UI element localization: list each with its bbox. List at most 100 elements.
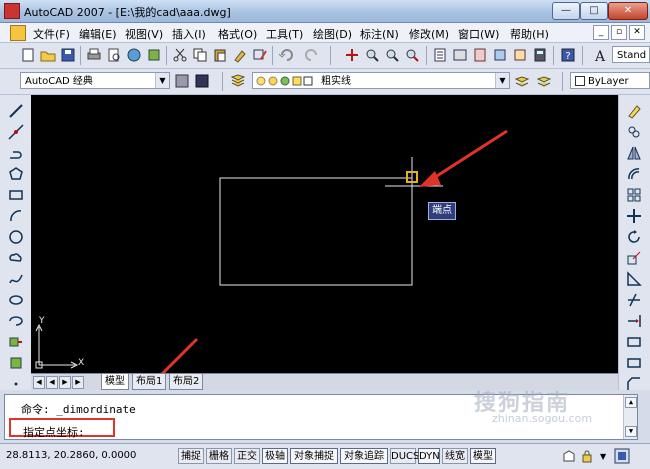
document-icon[interactable] — [10, 25, 26, 41]
polar-toggle[interactable]: 极轴 — [262, 448, 288, 464]
join-icon[interactable] — [626, 355, 642, 371]
zoom-window-icon[interactable] — [384, 47, 400, 63]
text-style-combo[interactable]: Stand — [612, 46, 650, 63]
help-icon[interactable]: ? — [560, 47, 576, 63]
layer-previous-icon[interactable] — [536, 73, 552, 89]
move-icon[interactable] — [626, 208, 642, 224]
paste-icon[interactable] — [212, 47, 228, 63]
clean-screen-icon[interactable] — [614, 448, 630, 464]
drawn-rectangle[interactable] — [219, 177, 413, 286]
stretch-icon[interactable] — [626, 271, 642, 287]
last-tab-icon[interactable]: ▶ — [72, 376, 84, 389]
make-object-layer-current-icon[interactable] — [514, 73, 530, 89]
tab-layout2[interactable]: 布局2 — [169, 374, 204, 390]
design-center-icon[interactable] — [452, 47, 468, 63]
menu-insert[interactable]: 插入(I) — [172, 26, 206, 42]
minimize-button[interactable]: — — [552, 2, 580, 20]
copy-object-icon[interactable] — [626, 124, 642, 140]
sheet-set-icon[interactable] — [492, 47, 508, 63]
trim-icon[interactable] — [626, 292, 642, 308]
chevron-down-icon[interactable]: ▼ — [495, 73, 509, 88]
block-editor-icon[interactable] — [252, 47, 268, 63]
print-preview-icon[interactable] — [106, 47, 122, 63]
pan-icon[interactable] — [344, 47, 360, 63]
3d-dwf-icon[interactable] — [146, 47, 162, 63]
zoom-realtime-icon[interactable] — [364, 47, 380, 63]
workspace-save-icon[interactable] — [194, 73, 210, 89]
chevron-down-icon[interactable]: ▼ — [155, 73, 169, 88]
command-scrollbar[interactable]: ▲ ▼ — [623, 395, 637, 439]
properties-icon[interactable] — [432, 47, 448, 63]
tool-palettes-icon[interactable] — [472, 47, 488, 63]
snap-toggle[interactable]: 捕捉 — [178, 448, 204, 464]
copy-icon[interactable] — [192, 47, 208, 63]
redo-icon[interactable] — [304, 47, 320, 63]
lineweight-toggle[interactable]: 线宽 — [442, 448, 468, 464]
scale-icon[interactable] — [626, 250, 642, 266]
menu-modify[interactable]: 修改(M) — [409, 26, 449, 42]
calculator-icon[interactable] — [532, 47, 548, 63]
break-icon[interactable] — [626, 334, 642, 350]
construction-line-icon[interactable] — [8, 124, 24, 140]
layer-combo[interactable]: 粗实线 ▼ — [252, 72, 510, 89]
osnap-toggle[interactable]: 对象捕捉 — [290, 448, 338, 464]
chevron-down-icon[interactable]: ▼ — [600, 452, 606, 461]
chamfer-icon[interactable] — [626, 376, 642, 392]
ortho-toggle[interactable]: 正交 — [234, 448, 260, 464]
prev-tab-icon[interactable]: ◀ — [46, 376, 58, 389]
tab-model[interactable]: 模型 — [101, 374, 129, 390]
point-icon[interactable] — [8, 376, 24, 392]
scroll-down-icon[interactable]: ▼ — [625, 426, 637, 437]
workspace-combo[interactable]: AutoCAD 经典 ▼ — [20, 72, 170, 89]
revision-cloud-icon[interactable] — [8, 250, 24, 266]
open-folder-icon[interactable] — [40, 47, 56, 63]
doc-minimize-button[interactable]: _ — [593, 25, 609, 40]
workspace-settings-icon[interactable] — [174, 73, 190, 89]
scroll-up-icon[interactable]: ▲ — [625, 397, 637, 408]
spline-icon[interactable] — [8, 271, 24, 287]
menu-tools[interactable]: 工具(T) — [266, 26, 303, 42]
publish-icon[interactable] — [126, 47, 142, 63]
communication-center-icon[interactable] — [562, 449, 576, 463]
rectangle-icon[interactable] — [8, 187, 24, 203]
otrack-toggle[interactable]: 对象追踪 — [340, 448, 388, 464]
tab-layout1[interactable]: 布局1 — [132, 374, 167, 390]
arc-icon[interactable] — [8, 208, 24, 224]
extend-icon[interactable] — [626, 313, 642, 329]
grid-toggle[interactable]: 栅格 — [206, 448, 232, 464]
make-block-icon[interactable] — [8, 355, 24, 371]
markup-icon[interactable] — [512, 47, 528, 63]
ellipse-arc-icon[interactable] — [8, 313, 24, 329]
first-tab-icon[interactable]: ◀ — [33, 376, 45, 389]
text-style-icon[interactable]: A — [592, 47, 608, 63]
next-tab-icon[interactable]: ▶ — [59, 376, 71, 389]
model-toggle[interactable]: 模型 — [470, 448, 496, 464]
menu-view[interactable]: 视图(V) — [125, 26, 163, 42]
doc-close-button[interactable]: ✕ — [629, 25, 645, 40]
menu-help[interactable]: 帮助(H) — [510, 26, 549, 42]
close-button[interactable]: ✕ — [608, 2, 648, 20]
zoom-previous-icon[interactable] — [404, 47, 420, 63]
polygon-icon[interactable] — [8, 166, 24, 182]
menu-dimension[interactable]: 标注(N) — [360, 26, 399, 42]
print-icon[interactable] — [86, 47, 102, 63]
layer-manager-icon[interactable] — [230, 73, 246, 89]
command-prompt[interactable]: 指定点坐标: — [23, 424, 85, 440]
ducs-toggle[interactable]: DUCS — [390, 448, 419, 464]
coordinate-readout[interactable]: 28.8113, 20.2860, 0.0000 — [6, 450, 136, 461]
color-combo[interactable]: ByLayer — [570, 72, 650, 89]
menu-window[interactable]: 窗口(W) — [458, 26, 499, 42]
maximize-button[interactable]: □ — [580, 2, 608, 20]
circle-icon[interactable] — [8, 229, 24, 245]
lock-icon[interactable] — [580, 449, 594, 463]
drawing-canvas[interactable]: Y X 端点 — [31, 95, 618, 373]
match-properties-icon[interactable] — [232, 47, 248, 63]
undo-icon[interactable] — [278, 47, 294, 63]
mirror-icon[interactable] — [626, 145, 642, 161]
array-icon[interactable] — [626, 187, 642, 203]
cut-icon[interactable] — [172, 47, 188, 63]
new-file-icon[interactable] — [20, 47, 36, 63]
doc-restore-button[interactable]: ▫ — [611, 25, 627, 40]
erase-icon[interactable] — [626, 103, 642, 119]
ellipse-icon[interactable] — [8, 292, 24, 308]
